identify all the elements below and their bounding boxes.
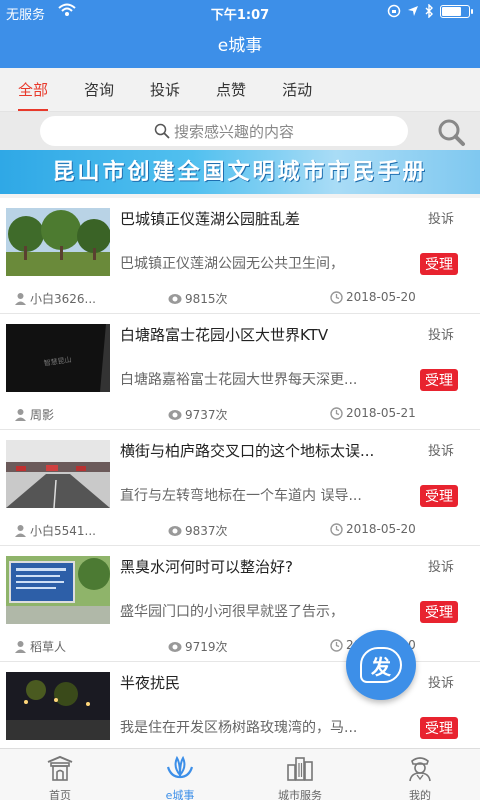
tab-complaint[interactable]: 投诉 (150, 68, 180, 111)
search-icon (154, 123, 170, 139)
post-author: 小白5541... (14, 522, 96, 539)
post-summary: 直行与左转弯地标在一个车道内 误导... (120, 488, 362, 504)
post-title: 黑臭水河何时可以整治好? (120, 558, 293, 576)
bluetooth-icon (425, 4, 433, 18)
post-title: 横街与柏庐路交叉口的这个地标太误... (120, 442, 375, 460)
eye-icon (168, 409, 182, 420)
eye-icon (168, 293, 182, 304)
nav-item-city-service[interactable]: 城市服务 (240, 749, 360, 800)
user-icon (15, 525, 26, 537)
nav-label-mine: 我的 (409, 789, 431, 800)
nav-item-home[interactable]: 首页 (0, 749, 120, 800)
post-summary: 盛华园门口的小河很早就竖了告示， (120, 604, 344, 620)
clock-icon (330, 522, 343, 536)
post-views: 9815次 (168, 290, 228, 307)
eye-icon (168, 641, 182, 652)
tab-all[interactable]: 全部 (18, 68, 49, 111)
city-buildings-icon (287, 757, 313, 781)
battery-icon (440, 4, 473, 18)
post-thumbnail (6, 440, 110, 508)
status-icons (387, 4, 473, 18)
post-thumbnail (6, 556, 110, 624)
nav-label-ecity: e城事 (165, 789, 195, 800)
post-type: 投诉 (427, 676, 454, 691)
clock-icon (330, 638, 343, 652)
tab-consult[interactable]: 咨询 (84, 68, 114, 111)
tab-activity[interactable]: 活动 (282, 68, 312, 111)
civilization-banner[interactable]: 昆山市创建全国文明城市市民手册 (0, 150, 480, 194)
status-badge: 受理 (420, 369, 458, 391)
post-summary: 我是住在开发区杨树路玫瑰湾的，马... (120, 720, 358, 736)
nav-label-home: 首页 (49, 789, 71, 800)
eye-icon (168, 525, 182, 536)
home-gate-icon (47, 755, 73, 781)
post-type: 投诉 (427, 444, 454, 459)
post-views: 9837次 (168, 522, 228, 539)
nav-item-ecity[interactable]: e城事 (120, 749, 240, 800)
post-type: 投诉 (427, 212, 454, 227)
user-icon (15, 641, 26, 653)
search-button-icon[interactable] (436, 117, 466, 147)
list-item[interactable]: 智慧昆山 白塘路富士花园小区大世界KTV 投诉 白塘路嘉裕富士花园大世界每天深更… (0, 314, 480, 430)
post-title: 巴城镇正仪莲湖公园脏乱差 (120, 210, 301, 228)
status-badge: 受理 (420, 253, 458, 275)
post-summary: 巴城镇正仪莲湖公园无公共卫生间， (120, 256, 344, 272)
list-item[interactable]: 巴城镇正仪莲湖公园脏乱差 投诉 巴城镇正仪莲湖公园无公共卫生间， 受理 小白36… (0, 198, 480, 314)
status-bar: 无服务 下午1:07 (0, 0, 480, 24)
search-input[interactable]: 搜索感兴趣的内容 (40, 116, 408, 146)
post-views: 9737次 (168, 406, 228, 423)
user-icon (15, 293, 26, 305)
search-placeholder: 搜索感兴趣的内容 (173, 122, 294, 141)
lock-rotation-icon (387, 4, 401, 18)
post-fab-button[interactable]: 发 (346, 630, 416, 700)
clock-icon (330, 406, 343, 420)
chat-bubble-icon: 发 (360, 647, 402, 683)
profile-icon (409, 757, 431, 782)
tab-like[interactable]: 点赞 (216, 68, 246, 111)
post-title: 白塘路富士花园小区大世界KTV (120, 326, 329, 344)
post-author: 周影 (14, 406, 54, 423)
category-tabs: 全部 咨询 投诉 点赞 活动 (0, 68, 480, 112)
post-date: 2018-05-20 (330, 290, 416, 304)
fab-label: 发 (371, 654, 391, 679)
post-type: 投诉 (427, 560, 454, 575)
page-title: e城事 (217, 36, 263, 56)
post-views: 9719次 (168, 638, 228, 655)
post-date: 2018-05-21 (330, 406, 416, 420)
post-summary: 白塘路嘉裕富士花园大世界每天深更... (120, 372, 358, 388)
list-item[interactable]: 横街与柏庐路交叉口的这个地标太误... 投诉 直行与左转弯地标在一个车道内 误导… (0, 430, 480, 546)
user-icon (15, 409, 26, 421)
post-thumbnail: 智慧昆山 (6, 324, 110, 392)
bottom-nav: 首页 e城事 城市服务 我的 (0, 748, 480, 800)
post-thumbnail (6, 672, 110, 740)
lotus-icon (166, 755, 194, 779)
post-author: 小白3626... (14, 290, 96, 307)
nav-item-mine[interactable]: 我的 (360, 749, 480, 800)
banner-text: 昆山市创建全国文明城市市民手册 (52, 159, 428, 185)
status-badge: 受理 (420, 717, 458, 739)
location-arrow-icon (408, 6, 418, 16)
nav-label-city-service: 城市服务 (278, 789, 322, 800)
status-badge: 受理 (420, 485, 458, 507)
post-author: 稻草人 (14, 638, 66, 655)
post-thumbnail (6, 208, 110, 276)
search-row: 搜索感兴趣的内容 (0, 112, 480, 150)
post-date: 2018-05-20 (330, 522, 416, 536)
clock-icon (330, 290, 343, 304)
post-type: 投诉 (427, 328, 454, 343)
status-badge: 受理 (420, 601, 458, 623)
app-header: e城事 (0, 24, 480, 68)
